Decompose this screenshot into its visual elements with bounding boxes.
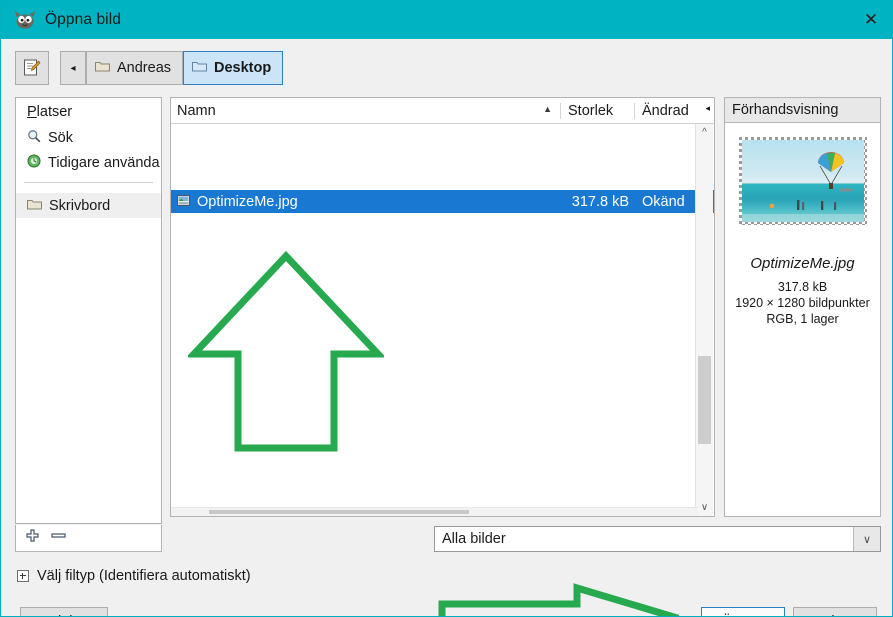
- column-header-name[interactable]: Namn ▲: [171, 103, 560, 119]
- close-icon[interactable]: ✕: [848, 1, 892, 39]
- search-icon: [27, 129, 41, 147]
- type-filename-icon[interactable]: [15, 51, 49, 85]
- open-button[interactable]: Öppna: [701, 607, 785, 616]
- sidebar-item-search[interactable]: Sök: [16, 125, 161, 150]
- help-button[interactable]: Hjälp: [20, 607, 108, 616]
- vertical-scrollbar-thumb[interactable]: [698, 356, 711, 444]
- places-header-rest: latser: [36, 104, 73, 120]
- horizontal-scrollbar[interactable]: [171, 507, 698, 516]
- preview-filesize: 317.8 kB: [777, 280, 828, 294]
- file-type-filter-value: Alla bilder: [442, 531, 506, 547]
- select-filetype-label: Välj filtyp (Identifiera automatiskt): [37, 568, 251, 584]
- folder-icon: [27, 198, 42, 214]
- pathbar-item-andreas[interactable]: Andreas: [86, 51, 184, 85]
- preview-header: Förhandsvisning: [724, 97, 881, 123]
- column-header-modified-label: Ändrad: [642, 102, 689, 119]
- open-image-dialog: Öppna bild ✕ ◂ Andreas Desktop Platser S…: [0, 0, 893, 617]
- vertical-scrollbar[interactable]: ^ ∨: [695, 124, 713, 516]
- preview-thumbnail: [741, 140, 864, 222]
- recent-clock-icon: [27, 154, 41, 172]
- pathbar-item-label: Desktop: [214, 60, 272, 76]
- preview-content: OptimizeMe.jpg 317.8 kB 1920 × 1280 bild…: [724, 123, 881, 517]
- minus-icon[interactable]: [51, 529, 66, 547]
- column-header-name-label: Namn: [177, 102, 216, 119]
- file-name-label: OptimizeMe.jpg: [197, 193, 298, 210]
- beach-scene-details: [741, 188, 864, 222]
- file-list: Namn ▲ Storlek Ändrad ◂ OptimizeMe.jpg 3…: [170, 97, 715, 517]
- dialog-body: ◂ Andreas Desktop Platser Sök Tidigare a…: [2, 39, 892, 616]
- gimp-wilber-icon: [14, 10, 36, 30]
- preview-dimensions: 1920 × 1280 bildpunkter: [735, 296, 870, 310]
- path-back-button[interactable]: ◂: [60, 51, 86, 85]
- bookmark-toolbar: [15, 525, 162, 552]
- chevron-down-icon[interactable]: ∨: [853, 527, 880, 551]
- sidebar-item-desktop[interactable]: Skrivbord: [16, 193, 161, 218]
- file-list-empty-space: [171, 124, 714, 190]
- sidebar-item-recent[interactable]: Tidigare använda: [16, 150, 161, 175]
- thumbnail-frame: [738, 137, 867, 225]
- pathbar: ◂ Andreas Desktop: [15, 51, 284, 85]
- places-separator: [24, 182, 153, 183]
- titlebar: Öppna bild ✕: [1, 1, 892, 39]
- preview-panel: Förhandsvisning OptimizeMe.jpg 317.8 kB …: [724, 97, 881, 517]
- pathbar-item-desktop[interactable]: Desktop: [183, 51, 284, 85]
- horizontal-scrollbar-thumb[interactable]: [209, 510, 469, 514]
- sidebar-item-label: Skrivbord: [49, 197, 111, 214]
- file-list-rows: OptimizeMe.jpg 317.8 kB Okänd: [171, 124, 714, 213]
- file-list-header: Namn ▲ Storlek Ändrad ◂: [171, 98, 714, 124]
- sidebar-item-label: Sök: [48, 129, 73, 146]
- sort-ascending-icon: ▲: [543, 103, 552, 114]
- column-header-size-label: Storlek: [568, 102, 614, 119]
- folder-icon: [95, 60, 110, 76]
- pathbar-item-label: Andreas: [117, 60, 172, 76]
- window-title: Öppna bild: [45, 11, 121, 28]
- scroll-up-icon[interactable]: ^: [696, 124, 713, 141]
- preview-header-label: Förhandsvisning: [732, 102, 839, 118]
- folder-icon: [192, 60, 208, 76]
- file-type-filter-combo[interactable]: Alla bilder ∨: [434, 526, 881, 552]
- green-right-arrow-annotation: [438, 583, 679, 616]
- places-header: Platser: [27, 104, 73, 120]
- column-overflow-icon: ◂: [705, 102, 710, 113]
- places-sidebar: Platser Sök Tidigare använda Skrivbord: [15, 97, 162, 524]
- image-file-icon: [177, 194, 190, 210]
- table-row[interactable]: OptimizeMe.jpg 317.8 kB Okänd: [171, 190, 714, 213]
- file-name-cell: OptimizeMe.jpg: [171, 194, 563, 210]
- column-header-modified[interactable]: Ändrad ◂: [634, 102, 714, 119]
- expand-plus-icon[interactable]: [17, 570, 29, 582]
- column-header-size[interactable]: Storlek: [560, 102, 634, 119]
- sidebar-item-label: Tidigare använda: [48, 154, 160, 171]
- file-size-cell: 317.8 kB: [571, 193, 629, 210]
- plus-icon[interactable]: [26, 529, 39, 547]
- cancel-button[interactable]: Avbryt: [793, 607, 877, 616]
- preview-color-mode: RGB, 1 lager: [766, 312, 839, 326]
- scroll-down-icon[interactable]: ∨: [696, 499, 713, 516]
- select-filetype-expander[interactable]: Välj filtyp (Identifiera automatiskt): [17, 568, 251, 584]
- preview-filename: OptimizeMe.jpg: [750, 255, 855, 272]
